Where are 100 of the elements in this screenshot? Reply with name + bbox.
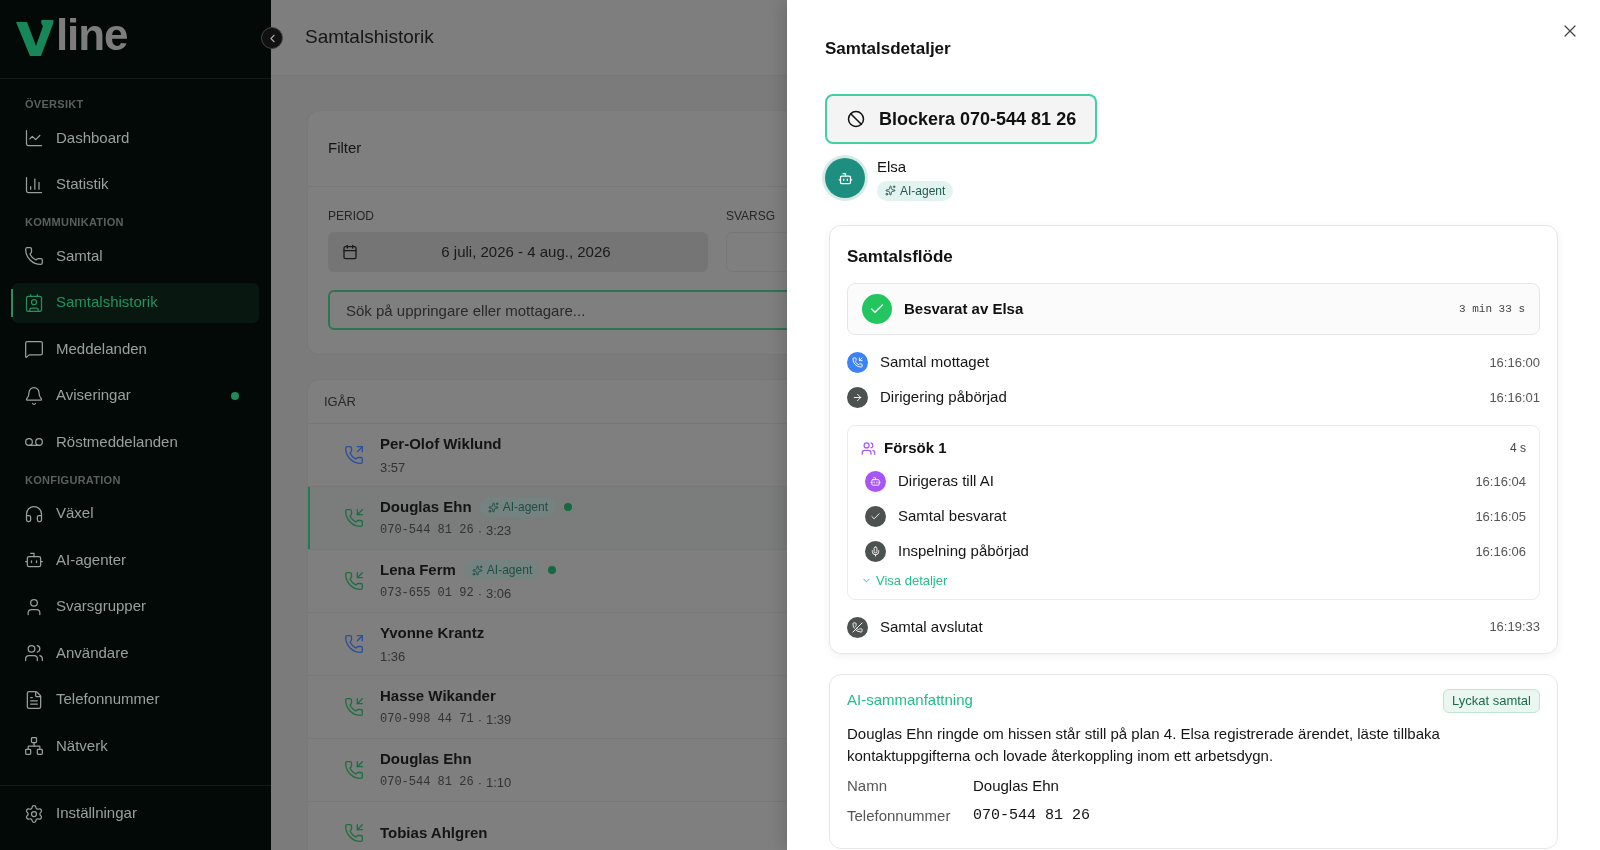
outcome-badge: Lyckat samtal — [1443, 688, 1540, 713]
section-heading: ÖVERSIKT — [24, 97, 85, 112]
event-time: 16:16:00 — [1489, 353, 1540, 372]
nav-item[interactable]: Dashboard — [12, 118, 259, 158]
call-duration: 3:06 — [485, 584, 512, 603]
incoming-call-icon — [344, 571, 364, 591]
event-time: 16:16:06 — [1475, 542, 1526, 561]
nav-item[interactable]: Telefonnummer — [12, 679, 259, 720]
ai-agent-badge: AI-agent — [463, 560, 541, 581]
collapse-button[interactable] — [261, 27, 283, 49]
event-label: Inspelning påbörjad — [898, 541, 1029, 562]
attempt-title: Försök 1 — [884, 437, 947, 458]
document-icon — [24, 689, 44, 710]
field-label: Telefonnummer — [847, 806, 952, 826]
arrow-right-icon — [847, 387, 868, 408]
microphone-icon — [865, 541, 886, 562]
nav-item[interactable]: Växel — [12, 493, 259, 534]
event-label: Samtal besvarat — [898, 506, 1007, 527]
phone-number: 073-655 01 92 — [380, 585, 474, 603]
total-duration: 3 min 33 s — [1459, 301, 1525, 317]
incoming-call-icon — [344, 508, 364, 528]
field-label: PERIOD — [328, 208, 375, 225]
date-range-field[interactable]: 6 juli, 2026 - 4 aug., 2026 — [328, 232, 708, 272]
robot-icon — [24, 550, 44, 570]
filter-title: Filter — [328, 138, 362, 159]
event-label: Samtal mottaget — [880, 352, 990, 373]
nav-item[interactable]: Samtal — [12, 236, 259, 276]
outgoing-call-icon — [344, 634, 364, 654]
network-icon — [24, 736, 44, 756]
section-heading: KONFIGURATION — [24, 472, 122, 488]
nav-item[interactable]: Statistik — [12, 164, 259, 205]
separator-dot: · — [477, 773, 482, 792]
separator-dot: · — [477, 521, 482, 540]
nav-item[interactable]: AI-agenter — [12, 540, 259, 580]
separator-dot: · — [477, 584, 482, 603]
caller-name: Lena Ferm — [380, 560, 456, 580]
logo-text: line — [56, 13, 128, 57]
nav-item[interactable]: Inställningar — [12, 793, 259, 834]
nav-item[interactable]: Samtalshistorik — [12, 282, 259, 323]
settings-icon — [24, 803, 44, 824]
phone-number: 070-998 44 71 — [380, 711, 474, 729]
nav-item[interactable]: Aviseringar — [12, 375, 259, 416]
calendar-icon — [342, 244, 358, 260]
attempt-duration: 4 s — [1510, 440, 1526, 457]
phone-off-icon — [847, 616, 868, 638]
agent-avatar — [825, 158, 865, 199]
call-duration: 1:39 — [485, 710, 512, 729]
agent-name: Elsa — [877, 157, 908, 177]
nav-item[interactable]: Användare — [12, 633, 259, 673]
caller-name: Douglas Ehn — [380, 497, 472, 517]
event-time: 16:16:04 — [1475, 472, 1526, 491]
incoming-call-icon — [344, 760, 364, 780]
headset-icon — [24, 503, 44, 524]
ai-agent-badge: AI-agent — [877, 180, 954, 201]
logo-v-icon — [16, 20, 56, 58]
call-duration: 1:10 — [485, 773, 512, 792]
field-label: Namn — [847, 775, 888, 796]
event-label: Samtal avslutat — [880, 616, 983, 637]
field-label: SVARSG — [726, 208, 777, 225]
caller-name: Douglas Ehn — [380, 749, 472, 769]
incoming-call-icon — [344, 697, 364, 717]
field-value: 070-544 81 26 — [973, 806, 1091, 826]
caller-name: Yvonne Krantz — [380, 623, 485, 643]
block-number-button[interactable]: Blockera 070-544 81 26 — [825, 94, 1097, 144]
call-row[interactable]: Douglas Ehn AI-agent 070-544 81 26 · 3:23 — [308, 487, 787, 550]
incoming-call-icon — [344, 823, 364, 843]
ai-agent-badge: AI-agent — [479, 497, 557, 518]
check-icon — [865, 506, 886, 527]
drawer-title: Samtalsdetaljer — [825, 38, 952, 60]
call-duration: 1:36 — [380, 647, 406, 666]
bar-chart-icon — [24, 174, 44, 195]
users-icon — [861, 440, 876, 456]
event-label: Dirigering påbörjad — [880, 387, 1007, 408]
event-time: 16:19:33 — [1489, 618, 1540, 637]
date-group-heading: IGÅR — [324, 392, 356, 411]
call-duration: 3:23 — [485, 521, 512, 540]
separator-dot: · — [477, 710, 482, 729]
nav-item[interactable]: Meddelanden — [12, 329, 259, 369]
result-label: Besvarat av Elsa — [904, 298, 1024, 319]
section-heading: KOMMUNIKATION — [24, 215, 125, 230]
page-title: Samtalshistorik — [305, 25, 434, 50]
phone-icon — [24, 246, 44, 266]
check-icon — [862, 294, 892, 324]
contact-card-icon — [24, 292, 44, 313]
call-duration: 3:57 — [380, 458, 406, 477]
event-label: Dirigeras till AI — [898, 471, 994, 492]
nav-item[interactable]: Röstmeddelanden — [12, 422, 259, 462]
search-field[interactable]: Sök på uppringare eller mottagare... — [328, 290, 787, 330]
phone-number: 070-544 81 26 — [380, 522, 474, 540]
nav-item[interactable]: Nätverk — [12, 726, 259, 766]
block-icon — [847, 110, 865, 128]
robot-icon — [865, 471, 886, 492]
event-time: 16:16:01 — [1489, 388, 1540, 407]
phone-number: 070-544 81 26 — [380, 774, 474, 792]
caller-name: Per-Olof Wiklund — [380, 434, 502, 454]
message-icon — [24, 339, 44, 359]
event-time: 16:16:05 — [1475, 507, 1526, 526]
outgoing-call-icon — [344, 445, 364, 465]
nav-item[interactable]: Svarsgrupper — [12, 586, 259, 627]
chart-icon — [24, 128, 44, 148]
